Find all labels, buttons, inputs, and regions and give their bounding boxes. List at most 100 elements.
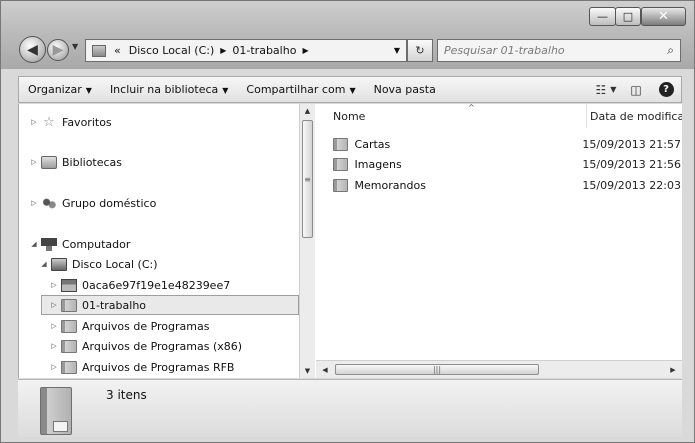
file-date: 15/09/2013 21:57 xyxy=(582,137,681,151)
column-header-date[interactable]: Data de modificação xyxy=(586,104,682,128)
navigation-pane: ▷ ☆ Favoritos ▷ Bibliotecas ▷ Grupo domé… xyxy=(18,104,316,378)
sidebar-item-grupo-domestico[interactable]: ▷ Grupo doméstico xyxy=(29,193,156,213)
sidebar-item-arquivos-de-programas[interactable]: ▷ Arquivos de Programas xyxy=(49,316,209,336)
file-date: 15/09/2013 22:03 xyxy=(582,178,681,192)
expand-arrow-icon[interactable]: ▷ xyxy=(29,118,39,126)
folder-icon xyxy=(61,319,77,333)
expand-arrow-icon[interactable]: ▷ xyxy=(29,199,39,207)
share-menu[interactable]: Compartilhar com ▼ xyxy=(237,83,364,96)
list-item[interactable]: Imagens 15/09/2013 21:56 xyxy=(333,154,681,174)
sidebar-item-bibliotecas[interactable]: ▷ Bibliotecas xyxy=(29,152,122,172)
navigation-scrollbar[interactable]: ▲ ≡ ▼ xyxy=(299,104,315,378)
column-header-label: Data de modificação xyxy=(590,109,682,123)
column-header-name[interactable]: ^ Nome xyxy=(333,104,585,128)
folder-icon xyxy=(333,178,348,192)
preview-pane-icon[interactable]: ◫ xyxy=(625,81,647,99)
homegroup-icon xyxy=(41,196,57,210)
minimize-button[interactable]: — xyxy=(589,7,616,26)
scroll-up-arrow-icon[interactable]: ▲ xyxy=(300,104,315,118)
command-bar: Organizar ▼ Incluir na biblioteca ▼ Compar… xyxy=(18,76,682,103)
organize-label: Organizar xyxy=(28,83,82,96)
new-folder-button[interactable]: Nova pasta xyxy=(365,83,445,96)
expand-arrow-icon[interactable]: ▷ xyxy=(29,158,39,166)
expand-arrow-icon[interactable]: ▷ xyxy=(49,342,59,350)
address-bar[interactable]: « Disco Local (C:) ▶ 01-trabalho ▶ ▼ xyxy=(85,39,407,62)
back-button[interactable]: ◀ xyxy=(19,36,46,63)
sidebar-item-0aca6e97[interactable]: ▷ 0aca6e97f19e1e48239ee7 xyxy=(49,275,230,295)
scrollbar-thumb[interactable]: ≡ xyxy=(302,120,313,238)
file-list: ^ Nome Data de modificação Cartas 15/09/… xyxy=(316,104,682,360)
maximize-button[interactable]: □ xyxy=(615,7,641,26)
share-label: Compartilhar com xyxy=(246,83,346,96)
sidebar-item-label: Favoritos xyxy=(62,115,112,129)
expand-arrow-icon[interactable]: ▷ xyxy=(49,363,59,371)
forward-button[interactable]: ▶ xyxy=(47,39,69,61)
address-dropdown-icon[interactable]: ▼ xyxy=(388,46,406,55)
expand-arrow-icon[interactable]: ▷ xyxy=(49,322,59,330)
scroll-left-arrow-icon[interactable]: ◀ xyxy=(318,362,332,377)
sidebar-item-computador[interactable]: ◢ Computador xyxy=(29,234,130,254)
help-icon: ? xyxy=(658,82,674,97)
sidebar-item-label: 01-trabalho xyxy=(82,298,147,312)
sidebar-item-label: Disco Local (C:) xyxy=(72,257,158,271)
back-arrow-icon: ◀ xyxy=(27,41,38,58)
collapse-arrow-icon[interactable]: ◢ xyxy=(39,260,49,268)
folder-icon xyxy=(61,360,77,374)
computer-icon xyxy=(41,237,57,251)
expand-arrow-icon[interactable]: ▷ xyxy=(49,281,59,289)
breadcrumb-overflow[interactable]: « xyxy=(110,44,125,57)
content-horizontal-scrollbar[interactable]: ◀ ||| ▶ xyxy=(316,360,682,378)
chevron-right-icon[interactable]: ▶ xyxy=(300,46,310,55)
collapse-arrow-icon[interactable]: ◢ xyxy=(29,240,39,248)
expand-arrow-icon[interactable]: ▷ xyxy=(49,301,59,309)
folder-icon xyxy=(40,387,72,435)
file-name: Imagens xyxy=(354,157,402,171)
folder-icon xyxy=(333,157,348,171)
include-library-label: Incluir na biblioteca xyxy=(109,83,219,96)
sidebar-item-favoritos[interactable]: ▷ ☆ Favoritos xyxy=(29,112,112,132)
list-item[interactable]: Memorandos 15/09/2013 22:03 xyxy=(333,175,681,195)
file-date: 15/09/2013 21:56 xyxy=(582,157,681,171)
folder-icon xyxy=(61,339,77,353)
sidebar-item-disco-local[interactable]: ◢ Disco Local (C:) xyxy=(39,254,158,274)
sidebar-item-label: Arquivos de Programas xyxy=(82,319,210,333)
sidebar-item-label: Arquivos de Programas RFB xyxy=(82,360,235,374)
sidebar-item-label: Computador xyxy=(62,237,131,251)
view-options-icon[interactable]: ☷ ▼ xyxy=(595,81,617,99)
recent-pages-dropdown[interactable]: ▼ xyxy=(72,42,78,51)
forward-arrow-icon: ▶ xyxy=(52,42,64,58)
chevron-right-icon[interactable]: ▶ xyxy=(218,46,228,55)
item-count: 3 itens xyxy=(106,388,147,402)
sidebar-item-label: 0aca6e97f19e1e48239ee7 xyxy=(82,278,231,292)
organize-menu[interactable]: Organizar ▼ xyxy=(19,83,101,96)
folder-icon xyxy=(92,44,106,57)
include-library-menu[interactable]: Incluir na biblioteca ▼ xyxy=(101,83,237,96)
chevron-down-icon: ▼ xyxy=(85,86,92,95)
search-box[interactable]: Pesquisar 01-trabalho ⌕ xyxy=(437,39,681,62)
sidebar-item-arquivos-de-programas-x86[interactable]: ▷ Arquivos de Programas (x86) xyxy=(49,336,242,356)
scrollbar-thumb[interactable]: ||| xyxy=(335,364,539,375)
scroll-down-arrow-icon[interactable]: ▼ xyxy=(300,364,315,378)
library-icon xyxy=(41,155,57,169)
breadcrumb-disco-local[interactable]: Disco Local (C:) xyxy=(125,44,219,57)
search-icon[interactable]: ⌕ xyxy=(667,43,674,58)
folder-icon xyxy=(61,278,77,292)
explorer-window: — □ ✕ ◀ ▶ ▼ « Disco Local (C:) ▶ 01-trab… xyxy=(0,0,695,443)
breadcrumb-01-trabalho[interactable]: 01-trabalho xyxy=(228,44,300,57)
sidebar-item-01-trabalho[interactable]: ▷ 01-trabalho xyxy=(41,295,299,315)
column-header-label: Nome xyxy=(333,109,366,123)
star-icon: ☆ xyxy=(43,114,55,130)
refresh-button[interactable]: ↻ xyxy=(407,39,433,62)
file-name: Cartas xyxy=(354,137,391,151)
title-bar: — □ ✕ ◀ ▶ ▼ « Disco Local (C:) ▶ 01-trab… xyxy=(1,1,694,69)
close-button[interactable]: ✕ xyxy=(641,7,686,26)
scroll-right-arrow-icon[interactable]: ▶ xyxy=(666,362,680,377)
chevron-down-icon: ▼ xyxy=(222,86,229,95)
search-input[interactable]: Pesquisar 01-trabalho xyxy=(438,44,565,57)
sidebar-item-label: Bibliotecas xyxy=(62,155,123,169)
help-button[interactable]: ? xyxy=(655,81,677,99)
list-item[interactable]: Cartas 15/09/2013 21:57 xyxy=(333,134,681,154)
sidebar-item-arquivos-de-programas-rfb[interactable]: ▷ Arquivos de Programas RFB xyxy=(49,357,234,377)
drive-icon xyxy=(51,257,67,271)
sort-ascending-icon: ^ xyxy=(468,104,475,112)
